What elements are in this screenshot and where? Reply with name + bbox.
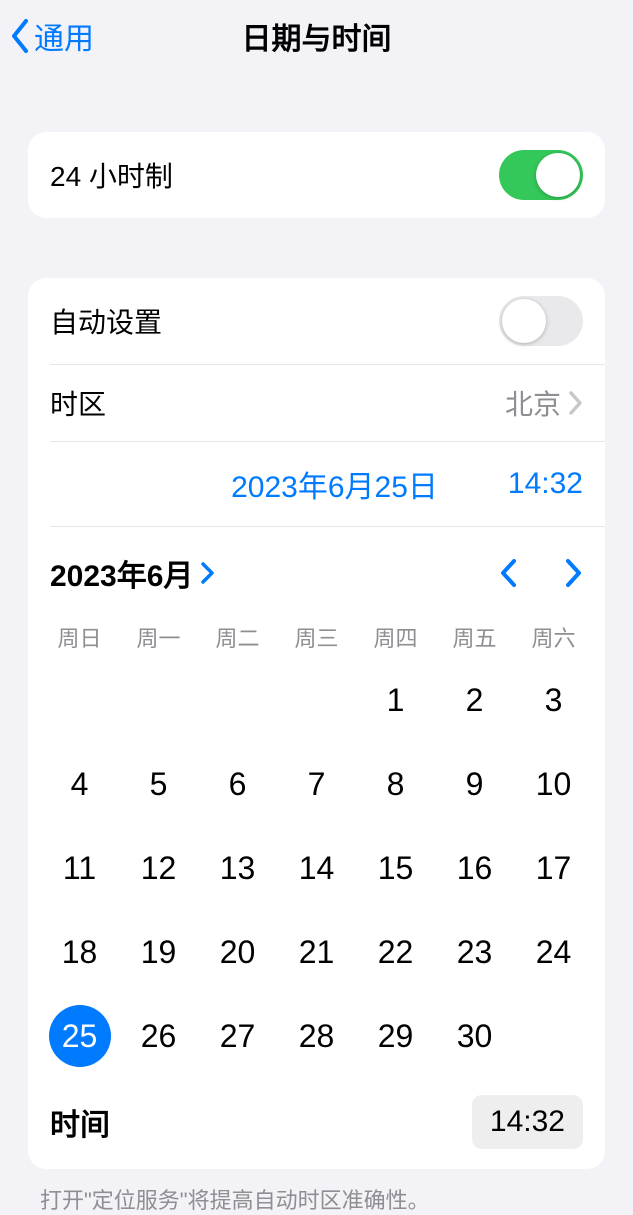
month-label: 2023年6月	[50, 551, 193, 595]
calendar-days: 1234567891011121314151617181920212223242…	[28, 663, 605, 1079]
label-timezone: 时区	[50, 383, 106, 423]
chevron-left-icon	[10, 19, 30, 53]
toggle-24h[interactable]	[499, 150, 583, 200]
date-display[interactable]: 2023年6月25日	[231, 462, 438, 506]
calendar-day[interactable]: 7	[277, 753, 356, 815]
weekday-header: 周四	[356, 615, 435, 663]
calendar-day[interactable]: 2	[435, 669, 514, 731]
navbar: 通用 日期与时间	[0, 0, 633, 72]
group-datetime: 自动设置 时区 北京 2023年6月25日 14:32 2023年6月	[28, 278, 605, 1169]
label-24h: 24 小时制	[50, 155, 173, 195]
back-button[interactable]: 通用	[10, 0, 94, 72]
time-picker[interactable]: 14:32	[472, 1095, 583, 1149]
calendar-day[interactable]: 6	[198, 753, 277, 815]
group-24h: 24 小时制	[28, 132, 605, 218]
row-timezone[interactable]: 时区 北京	[28, 365, 605, 441]
calendar-blank	[119, 669, 198, 731]
calendar-day[interactable]: 11	[40, 837, 119, 899]
next-month-button[interactable]	[565, 558, 583, 588]
calendar-day[interactable]: 30	[435, 1005, 514, 1067]
calendar-day[interactable]: 1	[356, 669, 435, 731]
weekday-header: 周二	[198, 615, 277, 663]
label-time: 时间	[50, 1100, 110, 1144]
month-picker[interactable]: 2023年6月	[50, 551, 215, 595]
value-timezone: 北京	[505, 383, 583, 423]
calendar-day[interactable]: 28	[277, 1005, 356, 1067]
calendar-day[interactable]: 12	[119, 837, 198, 899]
calendar-day[interactable]: 4	[40, 753, 119, 815]
calendar-day[interactable]: 25	[40, 1005, 119, 1067]
chevron-right-icon	[201, 562, 215, 584]
calendar-blank	[198, 669, 277, 731]
row-24h: 24 小时制	[28, 132, 605, 218]
footer-note: 打开"定位服务"将提高自动时区准确性。	[40, 1183, 593, 1215]
row-date-time-display: 2023年6月25日 14:32	[28, 442, 605, 526]
row-auto-set: 自动设置	[28, 278, 605, 364]
calendar-day[interactable]: 24	[514, 921, 593, 983]
calendar-day[interactable]: 26	[119, 1005, 198, 1067]
calendar-day[interactable]: 27	[198, 1005, 277, 1067]
timezone-text: 北京	[505, 383, 561, 423]
calendar-day[interactable]: 18	[40, 921, 119, 983]
calendar-weekdays: 周日周一周二周三周四周五周六	[28, 615, 605, 663]
calendar-day[interactable]: 23	[435, 921, 514, 983]
label-auto-set: 自动设置	[50, 301, 162, 341]
weekday-header: 周一	[119, 615, 198, 663]
chevron-right-icon	[569, 391, 583, 415]
calendar-day[interactable]: 8	[356, 753, 435, 815]
calendar-day[interactable]: 15	[356, 837, 435, 899]
page-title: 日期与时间	[242, 14, 392, 58]
calendar-day[interactable]: 22	[356, 921, 435, 983]
toggle-knob-icon	[502, 299, 546, 343]
calendar-day[interactable]: 21	[277, 921, 356, 983]
calendar-blank	[277, 669, 356, 731]
calendar-day[interactable]: 3	[514, 669, 593, 731]
back-label: 通用	[34, 14, 94, 58]
weekday-header: 周五	[435, 615, 514, 663]
calendar-day[interactable]: 13	[198, 837, 277, 899]
calendar-nav	[499, 558, 583, 588]
calendar-day[interactable]: 16	[435, 837, 514, 899]
calendar-day[interactable]: 20	[198, 921, 277, 983]
calendar-day[interactable]: 19	[119, 921, 198, 983]
weekday-header: 周六	[514, 615, 593, 663]
calendar-day[interactable]: 9	[435, 753, 514, 815]
time-display[interactable]: 14:32	[508, 467, 583, 501]
prev-month-button[interactable]	[499, 558, 517, 588]
calendar-day[interactable]: 14	[277, 837, 356, 899]
calendar-day[interactable]: 29	[356, 1005, 435, 1067]
toggle-knob-icon	[536, 153, 580, 197]
weekday-header: 周日	[40, 615, 119, 663]
calendar-header: 2023年6月	[28, 527, 605, 607]
calendar-day[interactable]: 10	[514, 753, 593, 815]
row-time-picker: 时间 14:32	[28, 1079, 605, 1169]
calendar-day[interactable]: 5	[119, 753, 198, 815]
calendar-blank	[40, 669, 119, 731]
calendar-day[interactable]: 17	[514, 837, 593, 899]
weekday-header: 周三	[277, 615, 356, 663]
toggle-auto-set[interactable]	[499, 296, 583, 346]
